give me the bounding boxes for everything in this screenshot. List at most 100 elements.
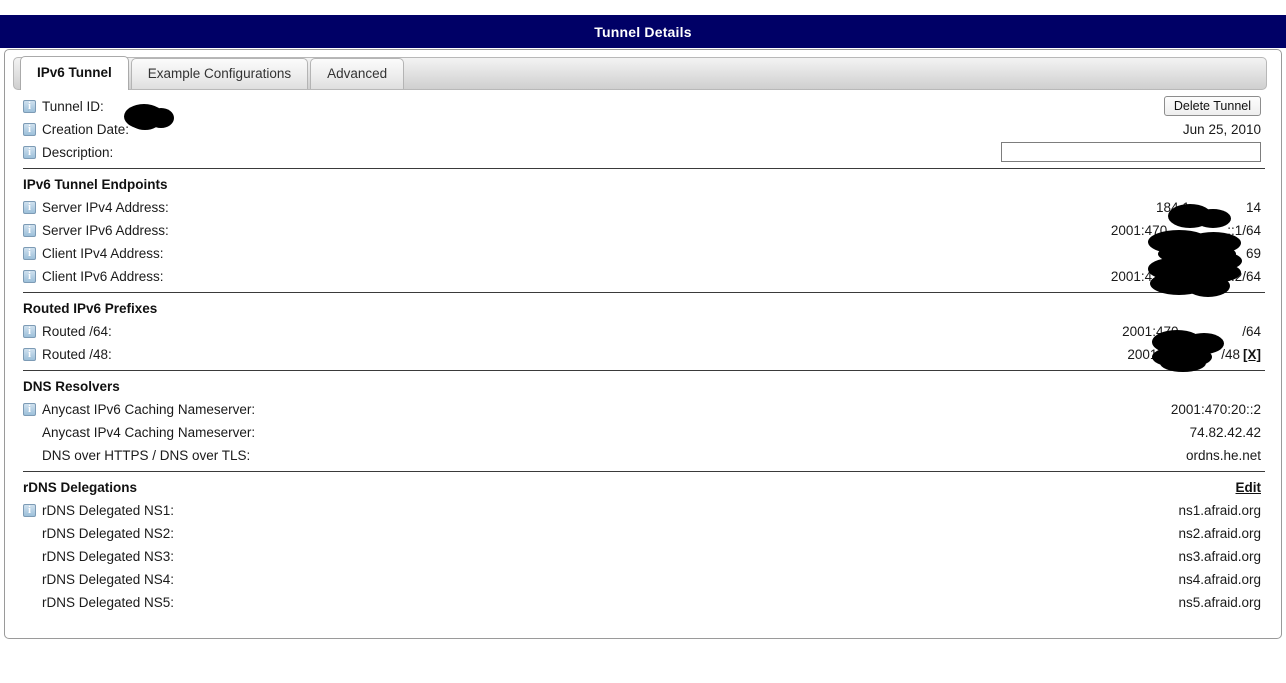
- creation-date-value: Jun 25, 2010: [1182, 122, 1261, 137]
- row-routed-64: Routed /64: 2001:470 /64: [23, 320, 1265, 343]
- server-ipv6-label-group: Server IPv6 Address:: [23, 219, 169, 242]
- info-icon[interactable]: [23, 247, 36, 260]
- rdns-ns1-label: rDNS Delegated NS1:: [42, 503, 175, 518]
- creation-date-label: Creation Date:: [42, 122, 130, 137]
- anycast-ipv6-label: Anycast IPv6 Caching Nameserver:: [42, 402, 256, 417]
- tab-advanced[interactable]: Advanced: [310, 58, 405, 89]
- row-rdns-ns5: rDNS Delegated NS5: ns5.afraid.org: [23, 591, 1265, 614]
- rdns-ns1-label-group: rDNS Delegated NS1:: [23, 499, 174, 522]
- remove-routed-48-link[interactable]: [X]: [1243, 347, 1261, 362]
- info-icon[interactable]: [23, 201, 36, 214]
- tab-label: IPv6 Tunnel: [37, 65, 112, 80]
- rdns-ns4-value: ns4.afraid.org: [1178, 572, 1261, 587]
- doh-dot-value: ordns.he.net: [1185, 448, 1261, 463]
- info-icon[interactable]: [23, 224, 36, 237]
- server-ipv6-label: Server IPv6 Address:: [42, 223, 169, 238]
- tab-ipv6-tunnel[interactable]: IPv6 Tunnel: [20, 56, 129, 90]
- divider: [23, 370, 1265, 371]
- routed-48-label-group: Routed /48:: [23, 343, 112, 366]
- icon-placeholder: [23, 596, 36, 609]
- routed-48-value: 2001:470 /48: [1127, 347, 1240, 362]
- client-ipv4-value: 69: [1245, 246, 1261, 261]
- row-tunnel-id: Tunnel ID: Delete Tunnel: [23, 95, 1265, 118]
- info-icon[interactable]: [23, 325, 36, 338]
- divider: [23, 168, 1265, 169]
- tab-label: Advanced: [327, 66, 388, 81]
- server-ipv4-label: Server IPv4 Address:: [42, 200, 169, 215]
- anycast-ipv4-label: Anycast IPv4 Caching Nameserver:: [42, 425, 256, 440]
- tunnel-id-label-group: Tunnel ID:: [23, 95, 110, 118]
- tab-label: Example Configurations: [147, 66, 292, 81]
- row-anycast-ipv4-ns: Anycast IPv4 Caching Nameserver: 74.82.4…: [23, 421, 1265, 444]
- doh-dot-label-group: DNS over HTTPS / DNS over TLS:: [23, 444, 250, 467]
- anycast-ipv6-label-group: Anycast IPv6 Caching Nameserver:: [23, 398, 255, 421]
- tab-example-configurations[interactable]: Example Configurations: [130, 58, 309, 89]
- routed-64-label: Routed /64:: [42, 324, 112, 339]
- section-title-dns: DNS Resolvers: [23, 379, 120, 394]
- icon-placeholder: [23, 573, 36, 586]
- rdns-ns2-label-group: rDNS Delegated NS2:: [23, 522, 174, 545]
- info-icon[interactable]: [23, 270, 36, 283]
- row-doh-dot: DNS over HTTPS / DNS over TLS: ordns.he.…: [23, 444, 1265, 467]
- client-ipv6-label: Client IPv6 Address:: [42, 269, 164, 284]
- row-client-ipv6: Client IPv6 Address: 2001:470 ::2/64: [23, 265, 1265, 288]
- description-label-group: Description:: [23, 141, 113, 164]
- icon-placeholder: [23, 426, 36, 439]
- delete-tunnel-button[interactable]: Delete Tunnel: [1163, 96, 1261, 116]
- server-ipv6-value: 2001:470 ::1/64: [1110, 223, 1261, 238]
- anycast-ipv4-value: 74.82.42.42: [1189, 425, 1261, 440]
- client-ipv6-value: 2001:470 ::2/64: [1110, 269, 1261, 284]
- row-server-ipv6: Server IPv6 Address: 2001:470 ::1/64: [23, 219, 1265, 242]
- tunnel-details-page: Tunnel Details IPv6 Tunnel Example Confi…: [0, 0, 1286, 683]
- rdns-ns2-value: ns2.afraid.org: [1178, 526, 1261, 541]
- anycast-ipv6-value: 2001:470:20::2: [1170, 402, 1261, 417]
- tunnel-details-panel: IPv6 Tunnel Example Configurations Advan…: [4, 49, 1282, 639]
- rdns-ns1-value: ns1.afraid.org: [1178, 503, 1261, 518]
- routed-48-label: Routed /48:: [42, 347, 112, 362]
- client-ipv6-label-group: Client IPv6 Address:: [23, 265, 164, 288]
- tab-content-ipv6-tunnel: Tunnel ID: Delete Tunnel Creation Date: …: [5, 95, 1283, 614]
- rdns-ns3-label: rDNS Delegated NS3:: [42, 549, 175, 564]
- tunnel-id-label: Tunnel ID:: [42, 99, 104, 114]
- info-icon[interactable]: [23, 100, 36, 113]
- icon-placeholder: [23, 527, 36, 540]
- window-title-bar: Tunnel Details: [0, 15, 1286, 48]
- divider: [23, 471, 1265, 472]
- routed-64-value: 2001:470 /64: [1122, 324, 1261, 339]
- section-title-routed: Routed IPv6 Prefixes: [23, 301, 158, 316]
- row-rdns-ns2: rDNS Delegated NS2: ns2.afraid.org: [23, 522, 1265, 545]
- description-input[interactable]: [1001, 142, 1261, 162]
- row-routed-48: Routed /48: 2001:470 /48[X]: [23, 343, 1265, 366]
- row-rdns-ns1: rDNS Delegated NS1: ns1.afraid.org: [23, 499, 1265, 522]
- rdns-ns5-label: rDNS Delegated NS5:: [42, 595, 175, 610]
- edit-rdns-link[interactable]: Edit: [1236, 477, 1262, 499]
- page-title: Tunnel Details: [594, 23, 692, 40]
- server-ipv4-value: 184.1 14: [1155, 200, 1261, 215]
- rdns-ns3-value: ns3.afraid.org: [1178, 549, 1261, 564]
- creation-date-label-group: Creation Date:: [23, 118, 129, 141]
- client-ipv4-label-group: Client IPv4 Address:: [23, 242, 164, 265]
- anycast-ipv4-label-group: Anycast IPv4 Caching Nameserver:: [23, 421, 255, 444]
- row-creation-date: Creation Date: Jun 25, 2010: [23, 118, 1265, 141]
- doh-dot-label: DNS over HTTPS / DNS over TLS:: [42, 448, 251, 463]
- row-rdns-ns3: rDNS Delegated NS3: ns3.afraid.org: [23, 545, 1265, 568]
- rdns-ns3-label-group: rDNS Delegated NS3:: [23, 545, 174, 568]
- description-label: Description:: [42, 145, 114, 160]
- rdns-ns2-label: rDNS Delegated NS2:: [42, 526, 175, 541]
- rdns-ns5-value: ns5.afraid.org: [1178, 595, 1261, 610]
- icon-placeholder: [23, 449, 36, 462]
- rdns-ns5-label-group: rDNS Delegated NS5:: [23, 591, 174, 614]
- routed-64-label-group: Routed /64:: [23, 320, 112, 343]
- row-description: Description:: [23, 141, 1265, 164]
- client-ipv4-label: Client IPv4 Address:: [42, 246, 164, 261]
- divider: [23, 292, 1265, 293]
- rdns-ns4-label: rDNS Delegated NS4:: [42, 572, 175, 587]
- info-icon[interactable]: [23, 146, 36, 159]
- info-icon[interactable]: [23, 504, 36, 517]
- info-icon[interactable]: [23, 348, 36, 361]
- info-icon[interactable]: [23, 123, 36, 136]
- tab-bar: IPv6 Tunnel Example Configurations Advan…: [13, 56, 1267, 90]
- section-title-rdns: rDNS Delegations Edit: [23, 477, 1265, 499]
- info-icon[interactable]: [23, 403, 36, 416]
- rdns-ns4-label-group: rDNS Delegated NS4:: [23, 568, 174, 591]
